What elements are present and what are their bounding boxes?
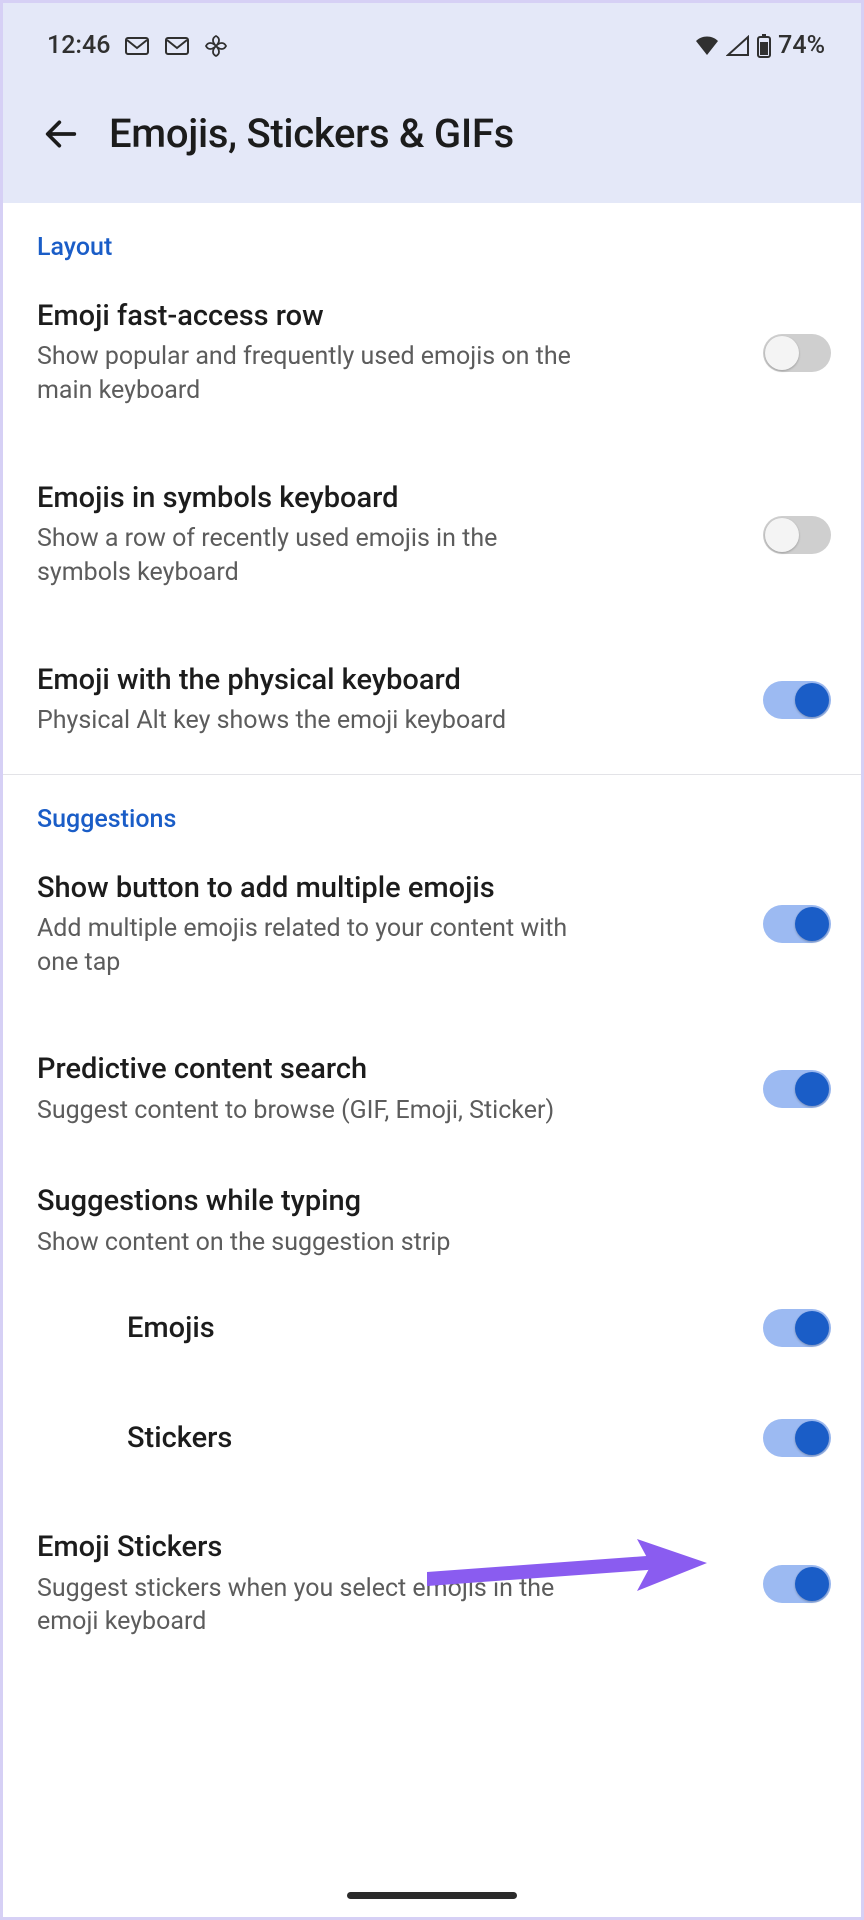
toggle-emoji-fast-access[interactable] <box>763 334 831 372</box>
back-button[interactable] <box>41 114 81 154</box>
setting-typing-emojis[interactable]: Emojis <box>3 1273 861 1383</box>
toggle-emojis-symbols-kb[interactable] <box>763 516 831 554</box>
setting-emoji-fast-access[interactable]: Emoji fast-access row Show popular and f… <box>3 262 861 444</box>
setting-sub: Show a row of recently used emojis in th… <box>37 522 597 590</box>
nav-handle[interactable] <box>347 1892 517 1899</box>
toggle-emoji-physical-kb[interactable] <box>763 681 831 719</box>
signal-icon <box>726 35 750 57</box>
setting-title: Emoji fast-access row <box>37 298 739 334</box>
setting-typing-stickers[interactable]: Stickers <box>3 1383 861 1493</box>
setting-sub: Suggest content to browse (GIF, Emoji, S… <box>37 1094 597 1128</box>
setting-title: Emoji with the physical keyboard <box>37 662 739 698</box>
wifi-icon <box>694 35 720 57</box>
setting-title: Show button to add multiple emojis <box>37 870 739 906</box>
setting-emoji-stickers[interactable]: Emoji Stickers Suggest stickers when you… <box>3 1493 861 1675</box>
section-suggestions-header: Suggestions <box>3 775 861 834</box>
toggle-multi-emoji-button[interactable] <box>763 905 831 943</box>
setting-sub: Show popular and frequently used emojis … <box>37 340 597 408</box>
setting-emoji-physical-kb[interactable]: Emoji with the physical keyboard Physica… <box>3 626 861 774</box>
battery-icon <box>756 34 772 58</box>
setting-predictive-search[interactable]: Predictive content search Suggest conten… <box>3 1015 861 1163</box>
status-time: 12:46 <box>47 31 110 60</box>
status-bar: 12:46 74% <box>3 31 861 74</box>
setting-sub: Show content on the suggestion strip <box>37 1226 597 1260</box>
battery-pct: 74% <box>778 31 825 60</box>
toggle-typing-emojis[interactable] <box>763 1309 831 1347</box>
toggle-typing-stickers[interactable] <box>763 1419 831 1457</box>
setting-title: Emojis <box>127 1310 739 1346</box>
section-layout-header: Layout <box>3 203 861 262</box>
setting-multi-emoji-button[interactable]: Show button to add multiple emojis Add m… <box>3 834 861 1016</box>
setting-title: Emoji Stickers <box>37 1529 739 1565</box>
settings-content: Layout Emoji fast-access row Show popula… <box>3 203 861 1675</box>
toggle-emoji-stickers[interactable] <box>763 1565 831 1603</box>
toggle-predictive-search[interactable] <box>763 1070 831 1108</box>
header-zone: 12:46 74% Emo <box>3 3 861 203</box>
notif-fan-icon <box>204 34 228 58</box>
setting-title: Suggestions while typing <box>37 1183 677 1219</box>
page-title: Emojis, Stickers & GIFs <box>109 110 514 157</box>
notif-mail-icon <box>124 36 150 56</box>
setting-title: Predictive content search <box>37 1051 739 1087</box>
app-bar: Emojis, Stickers & GIFs <box>3 74 861 203</box>
setting-emojis-symbols-kb[interactable]: Emojis in symbols keyboard Show a row of… <box>3 444 861 626</box>
setting-sub: Suggest stickers when you select emojis … <box>37 1572 597 1640</box>
setting-sub: Physical Alt key shows the emoji keyboar… <box>37 704 597 738</box>
setting-suggestions-typing-header: Suggestions while typing Show content on… <box>3 1163 861 1273</box>
setting-title: Emojis in symbols keyboard <box>37 480 739 516</box>
notif-mail2-icon <box>164 36 190 56</box>
setting-title: Stickers <box>127 1420 739 1456</box>
setting-sub: Add multiple emojis related to your cont… <box>37 912 597 980</box>
